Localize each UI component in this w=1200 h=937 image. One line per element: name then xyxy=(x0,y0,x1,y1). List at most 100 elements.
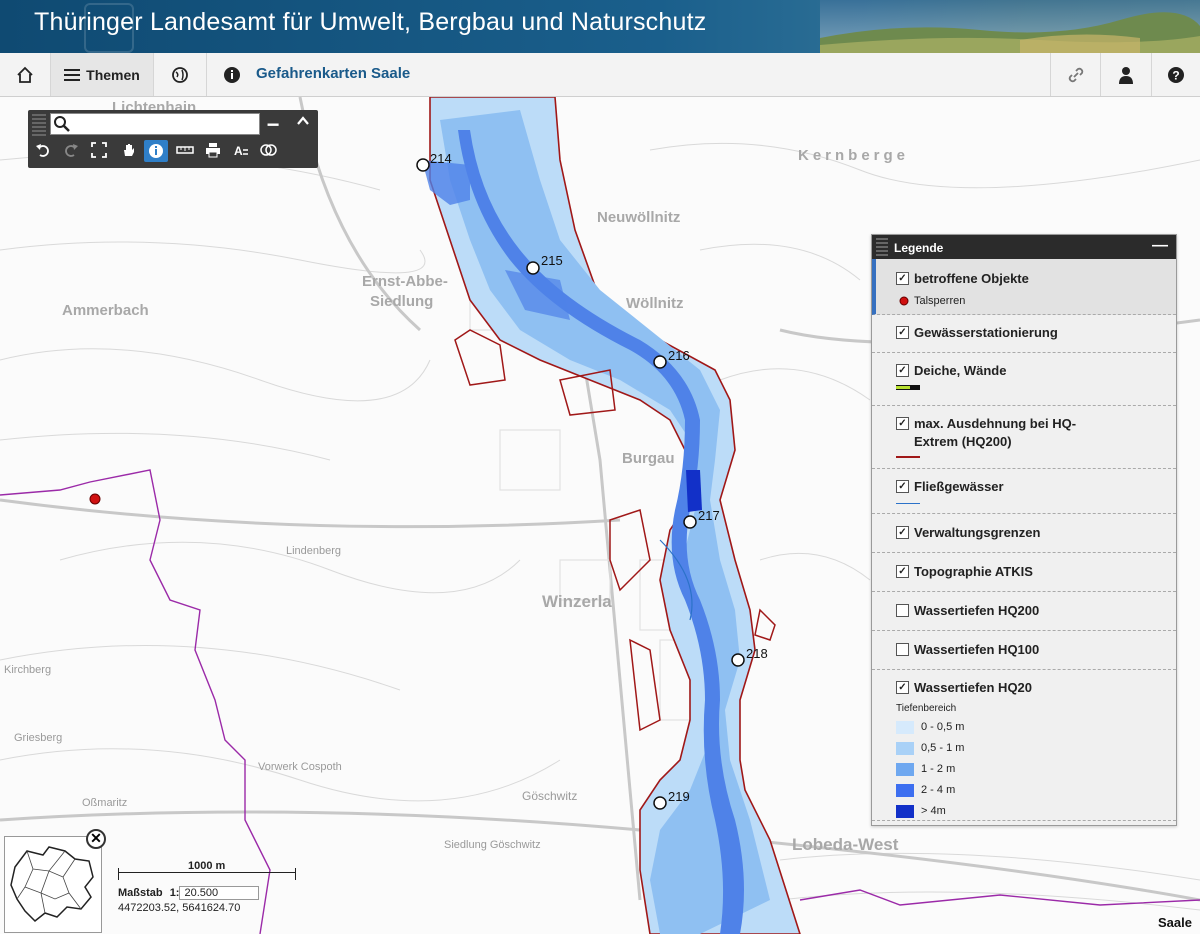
dam-marker-icon[interactable] xyxy=(89,493,101,505)
drag-handle[interactable] xyxy=(32,114,46,136)
print-button[interactable] xyxy=(200,142,226,163)
overview-map[interactable] xyxy=(4,836,102,933)
expand-icon xyxy=(91,142,107,158)
collapse-button[interactable] xyxy=(290,114,316,133)
chevron-up-icon xyxy=(297,116,309,125)
scale-bar: 1000 m xyxy=(118,860,298,886)
overlay-icon xyxy=(260,144,277,156)
scale-bar-label: 1000 m xyxy=(188,860,226,872)
zoom-out-button[interactable]: − xyxy=(260,112,286,138)
legend-item-deiche: ✓ Deiche, Wände xyxy=(872,353,1176,406)
place-woellnitz: Wöllnitz xyxy=(626,295,684,312)
station-marker-214[interactable] xyxy=(416,158,430,172)
scale-ratio-input[interactable]: 20.500 xyxy=(179,886,260,900)
checkbox-hq200[interactable] xyxy=(896,604,909,617)
full-extent-button[interactable] xyxy=(86,142,112,163)
undo-icon xyxy=(36,144,49,157)
depth-label: 0 - 0,5 m xyxy=(921,721,965,733)
depth-swatch xyxy=(896,763,914,776)
station-marker-219[interactable] xyxy=(653,796,667,810)
depth-label: > 4m xyxy=(921,805,946,817)
place-lindenberg: Lindenberg xyxy=(286,545,342,557)
depth-label: 2 - 4 m xyxy=(921,784,956,796)
zoom-in-button[interactable]: + xyxy=(234,112,260,138)
redo-button[interactable] xyxy=(58,142,84,163)
scale-widget: 1000 m Maßstab 1: 20.500 4472203.52, 5641… xyxy=(118,860,298,914)
station-marker-215[interactable] xyxy=(526,261,540,275)
thuringia-outline-icon xyxy=(10,846,94,923)
themes-button[interactable]: Themen xyxy=(51,53,153,96)
search-input[interactable] xyxy=(50,113,260,135)
depth-class-row: 0 - 0,5 m xyxy=(872,719,1176,737)
checkbox-fliessgewaesser[interactable]: ✓ xyxy=(896,480,909,493)
place-ernst-abbe: Ernst-Abbe- xyxy=(362,273,448,290)
river-line-swatch xyxy=(896,503,920,504)
legend-header[interactable]: Legende — xyxy=(872,235,1176,259)
station-marker-218[interactable] xyxy=(731,653,745,667)
legend-item-hq100: Wassertiefen HQ100 xyxy=(872,631,1176,670)
station-label-219: 219 xyxy=(668,789,690,804)
place-neuwoellnitz: Neuwöllnitz xyxy=(597,209,681,226)
home-icon xyxy=(17,66,33,83)
legend-label-line2: Extrem (HQ200) xyxy=(914,434,1012,449)
checkbox-gewaesserstationierung[interactable]: ✓ xyxy=(896,326,909,339)
station-label-218: 218 xyxy=(746,646,768,661)
home-button[interactable] xyxy=(0,53,50,96)
undo-button[interactable] xyxy=(30,142,56,163)
legend-item-verwaltungsgrenzen: ✓ Verwaltungsgrenzen xyxy=(872,514,1176,553)
info-button[interactable] xyxy=(218,53,246,96)
identify-button[interactable] xyxy=(144,140,168,162)
place-goeschwitz: Göschwitz xyxy=(522,789,578,803)
link-button[interactable] xyxy=(1051,53,1100,96)
depth-swatch xyxy=(896,805,914,818)
user-button[interactable] xyxy=(1101,53,1151,96)
user-icon xyxy=(1119,66,1133,84)
help-button[interactable]: ? xyxy=(1152,53,1200,96)
station-marker-217[interactable] xyxy=(683,515,697,529)
station-label-214: 214 xyxy=(430,151,452,166)
pan-button[interactable] xyxy=(116,142,142,163)
checkbox-hq-extrem[interactable]: ✓ xyxy=(896,417,909,430)
depth-class-row: 2 - 4 m xyxy=(872,782,1176,800)
measure-button[interactable] xyxy=(172,142,198,163)
station-label-215: 215 xyxy=(541,253,563,268)
legend-label: Wassertiefen HQ20 xyxy=(914,680,1033,695)
checkbox-topographie[interactable]: ✓ xyxy=(896,565,909,578)
main-toolbar: Themen Gefahrenkarten Saale ? xyxy=(0,53,1200,97)
svg-text:?: ? xyxy=(1172,68,1179,82)
depth-swatch xyxy=(896,721,914,734)
depth-class-row: 1 - 2 m xyxy=(872,761,1176,779)
station-marker-216[interactable] xyxy=(653,355,667,369)
station-label-216: 216 xyxy=(668,348,690,363)
label-tool-button[interactable]: A xyxy=(228,142,254,163)
info-icon xyxy=(224,66,240,83)
checkbox-verwaltungsgrenzen[interactable]: ✓ xyxy=(896,526,909,539)
legend-label: betroffene Objekte xyxy=(914,271,1029,286)
legend-item-gewaesserstationierung: ✓ Gewässerstationierung xyxy=(872,315,1176,353)
layer-compare-button[interactable] xyxy=(256,142,282,163)
river-label-saale: Saale xyxy=(1158,915,1192,930)
dike-symbol-icon xyxy=(896,385,920,390)
search-icon xyxy=(54,116,70,132)
legend-label: Gewässerstationierung xyxy=(914,325,1058,340)
legend-minimize-button[interactable]: — xyxy=(1152,237,1168,255)
legend-label: Wassertiefen HQ200 xyxy=(914,603,1040,618)
legend-item-betroffene-objekte: ✓ betroffene Objekte Talsperren xyxy=(872,259,1176,315)
checkbox-deiche[interactable]: ✓ xyxy=(896,364,909,377)
overview-close-button[interactable]: ✕ xyxy=(86,829,106,849)
place-kirchberg: Kirchberg xyxy=(4,664,52,676)
legend-label: Fließgewässer xyxy=(914,479,1004,494)
place-winzerla: Winzerla xyxy=(542,592,612,611)
checkbox-betroffene-objekte[interactable]: ✓ xyxy=(896,272,909,285)
globe-button[interactable] xyxy=(154,53,206,96)
place-siedlung-goeschwitz: Siedlung Göschwitz xyxy=(444,839,541,851)
place-kernberge: Kernberge xyxy=(798,147,910,164)
place-siedlung: Siedlung xyxy=(370,293,434,310)
text-label-icon: A xyxy=(234,144,248,158)
checkbox-hq100[interactable] xyxy=(896,643,909,656)
legend-label: Topographie ATKIS xyxy=(914,564,1033,579)
checkbox-hq20[interactable]: ✓ xyxy=(896,681,909,694)
legend-label: Verwaltungsgrenzen xyxy=(914,525,1041,540)
redo-icon xyxy=(65,144,78,157)
depth-label: 1 - 2 m xyxy=(921,763,956,775)
